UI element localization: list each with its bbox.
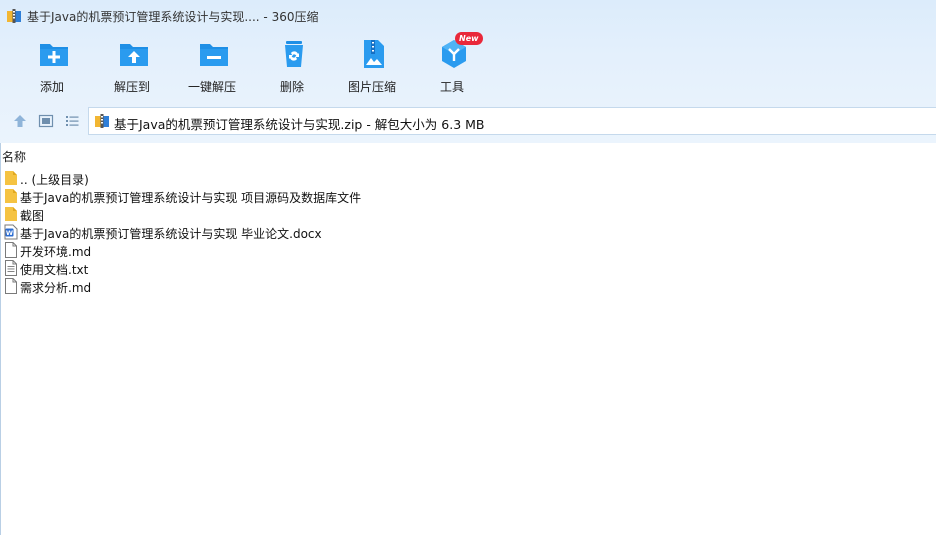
archive-path-text: 基于Java的机票预订管理系统设计与实现.zip - 解包大小为 6.3 MB [114,117,485,132]
text-file-icon [5,260,17,276]
column-name-label: 名称 [2,150,27,164]
zip-app-icon [7,9,21,23]
image-compress-button[interactable]: 图片压缩 [337,38,407,96]
list-item[interactable]: .. (上级目录) [0,169,936,187]
file-icon [5,242,17,258]
list-item[interactable]: 截图 [0,205,936,223]
svg-text:W: W [6,229,13,237]
column-header-name[interactable]: 名称 [0,146,936,164]
window-title: 基于Java的机票预订管理系统设计与实现.... - 360压缩 [27,10,319,24]
list-view-icon[interactable] [64,113,80,129]
top-chrome: 基于Java的机票预订管理系统设计与实现.... - 360压缩 添加 解压到 … [0,0,936,143]
image-compress-label: 图片压缩 [347,80,396,94]
folder-icon [5,171,17,185]
list-item-name: 截图 [20,209,45,223]
thumbnail-view-icon[interactable] [38,113,54,129]
delete-label: 删除 [279,80,304,94]
zip-file-icon [95,114,109,128]
file-icon [5,278,17,294]
one-click-extract-label: 一键解压 [187,80,236,94]
add-folder-icon [40,44,68,66]
up-arrow-icon[interactable] [12,113,28,129]
list-item-name: 需求分析.md [20,281,92,295]
list-item[interactable]: 基于Java的机票预订管理系统设计与实现 项目源码及数据库文件 [0,187,936,205]
recycle-bin-icon [285,41,303,67]
one-click-extract-icon [200,44,228,66]
extract-to-button[interactable]: 解压到 [97,38,167,96]
add-button[interactable]: 添加 [17,38,87,96]
extract-folder-icon [120,44,148,66]
list-item-name: 开发环境.md [20,245,92,259]
new-badge: New [455,32,483,45]
delete-button[interactable]: 删除 [257,38,327,96]
list-item[interactable]: 使用文档.txt [0,259,936,277]
list-item-name: .. (上级目录) [20,173,89,187]
list-item-name: 使用文档.txt [20,263,89,277]
list-item[interactable]: 开发环境.md [0,241,936,259]
list-item-name: 基于Java的机票预订管理系统设计与实现 项目源码及数据库文件 [20,191,362,205]
tools-button[interactable]: New 工具 [417,32,487,96]
folder-icon [5,189,17,203]
one-click-extract-button[interactable]: 一键解压 [177,38,247,96]
image-compress-icon [364,40,384,68]
path-bar[interactable]: 基于Java的机票预订管理系统设计与实现.zip - 解包大小为 6.3 MB [88,107,936,135]
extract-to-label: 解压到 [113,80,150,94]
list-item[interactable]: 需求分析.md [0,277,936,295]
tools-label: 工具 [439,80,464,94]
word-document-icon: W [4,224,18,240]
list-item[interactable]: W 基于Java的机票预订管理系统设计与实现 毕业论文.docx [0,223,936,241]
list-item-name: 基于Java的机票预订管理系统设计与实现 毕业论文.docx [20,227,322,241]
folder-icon [5,207,17,221]
title-bar: 基于Java的机票预订管理系统设计与实现.... - 360压缩 [0,0,936,32]
add-label: 添加 [39,80,64,94]
